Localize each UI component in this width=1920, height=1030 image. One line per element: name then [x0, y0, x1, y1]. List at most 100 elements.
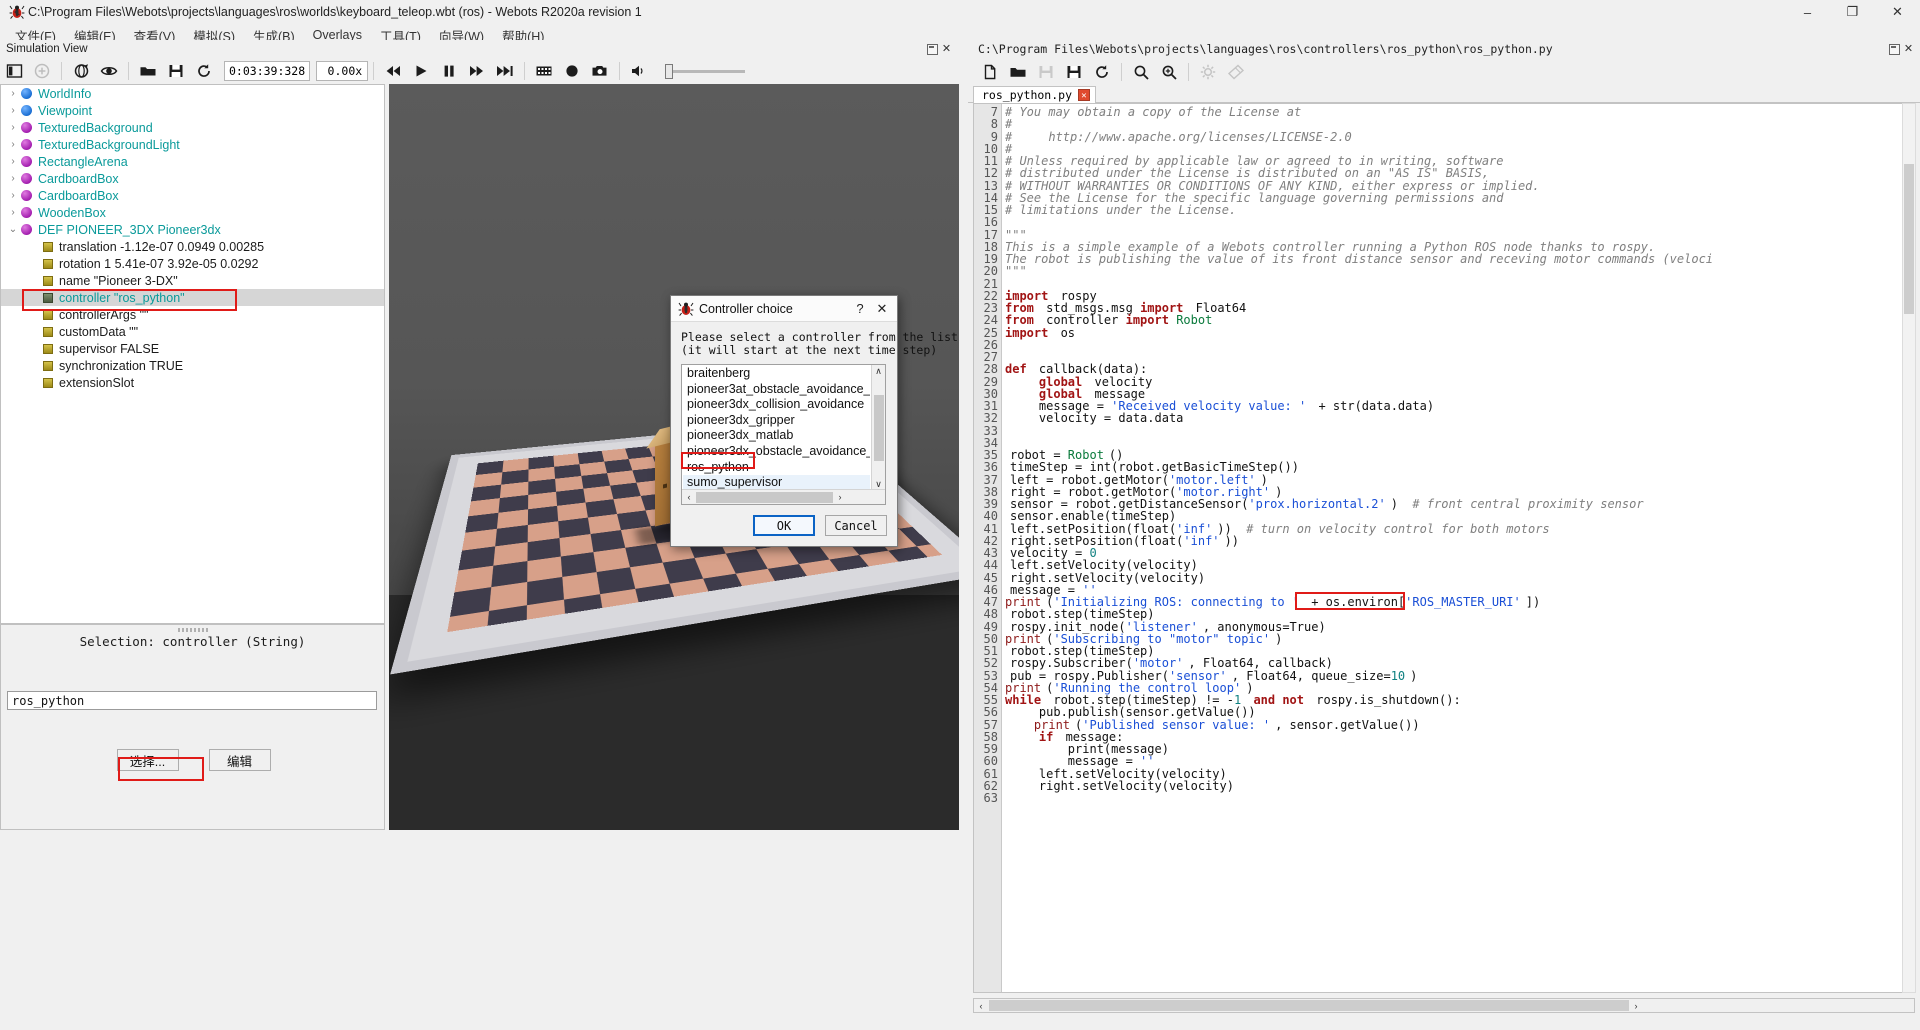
hscroll-thumb[interactable] — [696, 491, 833, 503]
code-editor[interactable]: 7 # You may obtain a copy of the License … — [973, 103, 1915, 993]
editor-vscrollbar[interactable] — [1902, 103, 1916, 993]
close-button[interactable]: ✕ — [1875, 0, 1920, 24]
new-file-icon[interactable] — [976, 60, 1004, 84]
chevron-right-icon[interactable]: › — [5, 156, 21, 167]
controller-list-item[interactable]: pioneer3dx_collision_avoidance — [683, 397, 870, 413]
tree-row[interactable]: › WoodenBox — [1, 204, 384, 221]
code-token: ) — [1410, 668, 1418, 683]
find-replace-icon[interactable] — [1155, 60, 1183, 84]
simulation-float-icon[interactable] — [927, 43, 938, 55]
tree-row[interactable]: controllerArgs "" — [1, 306, 384, 323]
code-token: )) — [1224, 533, 1239, 548]
controller-list-item[interactable]: pioneer3dx_obstacle_avoidance_with_kinec… — [683, 444, 870, 460]
scroll-right-icon[interactable]: › — [833, 492, 847, 502]
dialog-close-button[interactable]: ✕ — [871, 298, 893, 320]
open-file-icon[interactable] — [1004, 60, 1032, 84]
panel-drag-handle[interactable] — [177, 628, 208, 632]
sidebar-toggle-icon[interactable] — [0, 59, 28, 83]
code-content[interactable]: 7 # You may obtain a copy of the License … — [974, 106, 1914, 992]
chevron-right-icon[interactable]: › — [5, 122, 21, 133]
tree-row[interactable]: customData "" — [1, 323, 384, 340]
orientation-icon[interactable] — [67, 59, 95, 83]
tree-row[interactable]: translation -1.12e-07 0.0949 0.00285 — [1, 238, 384, 255]
tree-row[interactable]: › WorldInfo — [1, 85, 384, 102]
code-token: # limitations under the License. — [1005, 203, 1237, 217]
editor-close-icon[interactable]: ✕ — [1903, 43, 1914, 55]
line-number: 25 — [974, 326, 1000, 339]
open-world-icon[interactable] — [134, 59, 162, 83]
chevron-right-icon[interactable]: › — [5, 207, 21, 218]
controller-list-hscrollbar[interactable]: ‹ › — [682, 489, 885, 504]
simulation-close-icon[interactable]: ✕ — [941, 43, 952, 55]
editor-hscroll-thumb[interactable] — [989, 1000, 1629, 1011]
tree-row[interactable]: › RectangleArena — [1, 153, 384, 170]
editor-vscroll-thumb[interactable] — [1904, 164, 1914, 314]
eye-icon[interactable] — [95, 59, 123, 83]
tree-row[interactable]: › CardboardBox — [1, 170, 384, 187]
save-file-icon — [1032, 60, 1060, 84]
editor-float-icon[interactable] — [1889, 43, 1900, 55]
maximize-button[interactable]: ❐ — [1830, 0, 1875, 24]
editor-scroll-right-icon[interactable]: › — [1629, 1001, 1643, 1011]
edit-button[interactable]: 编辑 — [208, 749, 271, 771]
tree-row[interactable]: extensionSlot — [1, 374, 384, 391]
tree-row[interactable]: name "Pioneer 3-DX" — [1, 272, 384, 289]
minimize-button[interactable]: – — [1785, 0, 1830, 24]
controller-choice-dialog[interactable]: Controller choice ? ✕ Please select a co… — [670, 295, 958, 547]
tab-close-icon[interactable]: ✕ — [1078, 89, 1091, 101]
record-icon[interactable] — [558, 59, 586, 83]
movie-icon[interactable] — [530, 59, 558, 83]
sound-icon[interactable] — [625, 59, 653, 83]
vscroll-thumb[interactable] — [874, 395, 884, 461]
chevron-right-icon[interactable]: › — [5, 139, 21, 150]
chevron-right-icon[interactable]: › — [5, 105, 21, 116]
controller-list[interactable]: braitenberg pioneer3at_obstacle_avoidance… — [681, 364, 886, 505]
fast-forward-icon[interactable] — [491, 59, 519, 83]
line-number: 29 — [974, 375, 1000, 388]
screenshot-icon[interactable] — [586, 59, 614, 83]
editor-hscrollbar[interactable]: ‹ › — [973, 998, 1915, 1013]
rewind-icon[interactable] — [379, 59, 407, 83]
step-icon[interactable] — [463, 59, 491, 83]
tree-row[interactable]: › Viewpoint — [1, 102, 384, 119]
tree-row[interactable]: › TexturedBackgroundLight — [1, 136, 384, 153]
pause-icon[interactable] — [435, 59, 463, 83]
dialog-cancel-button[interactable]: Cancel — [825, 515, 887, 536]
tree-row[interactable]: ⌄ DEF PIONEER_3DX Pioneer3dx — [1, 221, 384, 238]
scene-tree[interactable]: › WorldInfo › Viewpoint › TexturedBackground ›… — [0, 84, 385, 624]
controller-list-vscrollbar[interactable]: ∧ ∨ — [871, 365, 885, 491]
dialog-help-button[interactable]: ? — [849, 298, 871, 320]
controller-list-item[interactable]: pioneer3dx_gripper — [683, 413, 870, 429]
save-world-icon[interactable] — [162, 59, 190, 83]
tree-row[interactable]: synchronization TRUE — [1, 357, 384, 374]
tab-ros-python-py[interactable]: ros_python.py ✕ — [973, 86, 1097, 103]
select-button[interactable]: 选择... — [116, 749, 179, 771]
play-icon[interactable] — [407, 59, 435, 83]
speed-slider[interactable] — [665, 61, 746, 81]
find-icon[interactable] — [1127, 60, 1155, 84]
node-sphere-icon — [21, 122, 32, 133]
speed-slider-thumb[interactable] — [665, 64, 674, 79]
controller-list-item[interactable]: braitenberg — [683, 366, 870, 382]
chevron-down-icon[interactable]: ⌄ — [5, 224, 21, 235]
tree-row[interactable]: › TexturedBackground — [1, 119, 384, 136]
dialog-ok-button[interactable]: OK — [753, 515, 815, 536]
save-as-icon[interactable] — [1060, 60, 1088, 84]
controller-value-input[interactable]: ros_python — [7, 691, 377, 710]
editor-scroll-left-icon[interactable]: ‹ — [974, 1001, 988, 1011]
tree-row[interactable]: controller "ros_python" — [1, 289, 384, 306]
scroll-up-icon[interactable]: ∧ — [872, 365, 885, 378]
tree-row[interactable]: supervisor FALSE — [1, 340, 384, 357]
chevron-right-icon[interactable]: › — [5, 88, 21, 99]
controller-list-item[interactable]: ros_python — [683, 460, 870, 476]
reload-world-icon[interactable] — [190, 59, 218, 83]
line-number: 49 — [974, 620, 1000, 633]
tree-row[interactable]: › CardboardBox — [1, 187, 384, 204]
chevron-right-icon[interactable]: › — [5, 190, 21, 201]
controller-list-item[interactable]: pioneer3dx_matlab — [683, 428, 870, 444]
reload-file-icon[interactable] — [1088, 60, 1116, 84]
scroll-left-icon[interactable]: ‹ — [682, 492, 696, 502]
controller-list-item[interactable]: pioneer3at_obstacle_avoidance_with_lidar — [683, 382, 870, 398]
chevron-right-icon[interactable]: › — [5, 173, 21, 184]
tree-row[interactable]: rotation 1 5.41e-07 3.92e-05 0.0292 — [1, 255, 384, 272]
